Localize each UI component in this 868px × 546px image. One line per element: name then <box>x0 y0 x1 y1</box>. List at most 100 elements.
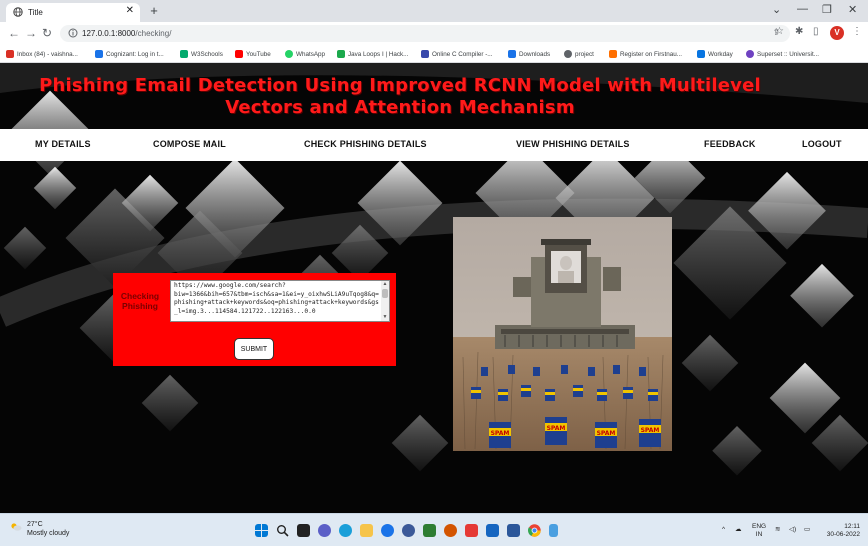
bookmark-workday[interactable]: Workday <box>697 50 733 58</box>
spam-can-label: SPAM <box>641 427 660 434</box>
sidepanel-icon[interactable]: ▯ <box>813 26 819 37</box>
windows-taskbar: 27°C Mostly cloudy ^ ☁ ENG IN ≋ ◁) ▭ 12:… <box>0 513 868 546</box>
back-arrow-icon[interactable]: ← <box>8 26 20 40</box>
bookmark-online-c[interactable]: Online C Compiler -... <box>421 50 493 58</box>
close-tab-icon[interactable]: ✕ <box>126 5 134 16</box>
bookmark-superset[interactable]: Superset :: Universit... <box>746 50 819 58</box>
reload-icon[interactable]: ↻ <box>42 26 52 40</box>
bookmark-project[interactable]: project <box>564 50 594 58</box>
task-view-icon[interactable] <box>297 524 310 537</box>
file-explorer-icon[interactable] <box>360 524 373 537</box>
extensions-icon[interactable]: ✱ <box>795 26 803 37</box>
w3schools-icon <box>180 50 188 58</box>
phishing-check-form: Checking Phishing https://www.google.com… <box>113 273 396 366</box>
browser-tab[interactable]: Title ✕ <box>6 3 140 22</box>
profile-avatar[interactable]: V <box>830 26 844 40</box>
star-app-icon[interactable] <box>465 524 478 537</box>
menu-dots-icon[interactable]: ⋮ <box>852 26 862 37</box>
tab-title: Title <box>28 8 43 17</box>
superset-icon <box>746 50 754 58</box>
url-path: /checking/ <box>135 29 172 38</box>
office-icon[interactable] <box>444 524 457 537</box>
notepad-icon[interactable] <box>549 524 558 537</box>
lang-top: ENG <box>752 523 767 530</box>
bookmark-cognizant[interactable]: Cognizant: Log in t... <box>95 50 164 58</box>
page-content: Phishing Email Detection Using Improved … <box>0 63 868 513</box>
bookmarks-bar: Inbox (84) - vaishna... Cognizant: Log i… <box>0 45 868 63</box>
edge-icon[interactable] <box>339 524 352 537</box>
bookmark-label: Downloads <box>519 50 551 58</box>
checking-phishing-label: Checking Phishing <box>120 291 160 311</box>
chevron-up-icon[interactable]: ^ <box>722 526 725 534</box>
wifi-icon[interactable]: ≋ <box>775 526 780 534</box>
scroll-up-icon[interactable]: ▲ <box>381 281 389 288</box>
nav-logout[interactable]: LOGOUT <box>802 139 842 149</box>
cloud-icon[interactable]: ☁ <box>735 526 742 534</box>
bookmark-label: Workday <box>708 50 733 58</box>
volume-icon[interactable]: ◁) <box>789 526 796 534</box>
url-input[interactable]: https://www.google.com/search?biw=1366&b… <box>170 280 390 322</box>
bookmark-whatsapp[interactable]: WhatsApp <box>285 50 325 58</box>
bookmark-label: Java Loops I | Hack... <box>348 50 409 58</box>
cloud-sun-icon <box>11 523 22 531</box>
nav-check-phishing-details[interactable]: CHECK PHISHING DETAILS <box>304 139 427 149</box>
textarea-scrollbar[interactable]: ▲ ▼ <box>381 281 389 321</box>
sheets-icon[interactable] <box>423 524 436 537</box>
firstnaukri-icon <box>609 50 617 58</box>
bookmark-youtube[interactable]: YouTube <box>235 50 271 58</box>
bookmark-inbox[interactable]: Inbox (84) - vaishna... <box>6 50 78 58</box>
gmail-icon <box>6 50 14 58</box>
bookmark-label: Register on Firstnau... <box>620 50 682 58</box>
whatsapp-icon <box>285 50 293 58</box>
globe-icon <box>564 50 572 58</box>
nav-my-details[interactable]: MY DETAILS <box>35 139 91 149</box>
weather-text: Mostly cloudy <box>27 530 70 537</box>
bookmark-firstnaukri[interactable]: Register on Firstnau... <box>609 50 682 58</box>
nav-compose-mail[interactable]: COMPOSE MAIL <box>153 139 226 149</box>
spam-can-label: SPAM <box>547 425 566 432</box>
bookmark-downloads[interactable]: Downloads <box>508 50 550 58</box>
site-info-icon[interactable] <box>68 28 78 38</box>
address-url: 127.0.0.1:8000/checking/ <box>82 29 171 38</box>
youtube-icon <box>235 50 243 58</box>
word-icon[interactable] <box>507 524 520 537</box>
app-badge-icon[interactable] <box>402 524 415 537</box>
search-icon[interactable] <box>276 524 289 537</box>
bookmark-label: project <box>575 50 594 58</box>
teams-chat-icon[interactable] <box>318 524 331 537</box>
battery-icon[interactable]: ▭ <box>804 526 810 534</box>
language-indicator[interactable]: ENG IN <box>752 523 766 539</box>
new-tab-button[interactable]: + <box>146 4 162 18</box>
bookmark-java-loops[interactable]: Java Loops I | Hack... <box>337 50 408 58</box>
lang-bottom: IN <box>755 531 763 538</box>
close-window-button[interactable]: ✕ <box>848 3 857 16</box>
compiler-icon <box>421 50 429 58</box>
windows-start-icon[interactable] <box>255 524 268 537</box>
bookmark-label: W3Schools <box>191 50 223 58</box>
bookmark-w3schools[interactable]: W3Schools <box>180 50 223 58</box>
submit-button[interactable]: SUBMIT <box>234 338 274 360</box>
clock-date: 30-06-2022 <box>826 531 860 538</box>
address-bar[interactable]: 127.0.0.1:8000/checking/ ⇪ <box>60 25 790 42</box>
scroll-down-icon[interactable]: ▼ <box>381 314 389 321</box>
url-host: 127.0.0.1:8000 <box>82 29 136 38</box>
bookmark-label: WhatsApp <box>296 50 326 58</box>
scroll-thumb[interactable] <box>382 289 388 298</box>
nav-feedback[interactable]: FEEDBACK <box>704 139 756 149</box>
main-nav: MY DETAILS COMPOSE MAIL CHECK PHISHING D… <box>0 129 868 161</box>
minimize-button[interactable]: — <box>797 3 808 15</box>
nav-view-phishing-details[interactable]: VIEW PHISHING DETAILS <box>516 139 630 149</box>
chrome-icon[interactable] <box>528 524 541 537</box>
maximize-button[interactable]: ❐ <box>822 3 832 16</box>
bookmark-star-icon[interactable]: ☆ <box>775 26 784 37</box>
forward-arrow-icon[interactable]: → <box>25 26 37 40</box>
outlook-icon[interactable] <box>486 524 499 537</box>
spam-harvester-image: SPAM SPAM SPAM SPAM <box>453 217 672 451</box>
page-title: Phishing Email Detection Using Improved … <box>39 75 761 118</box>
clock-time: 12:11 <box>844 523 860 530</box>
clock[interactable]: 12:11 30-06-2022 <box>818 523 860 539</box>
tab-search-icon[interactable]: ⌄ <box>772 3 781 16</box>
browser-tab-strip: Title ✕ + ⌄ — ❐ ✕ <box>0 0 868 22</box>
spam-can-label: SPAM <box>597 430 616 437</box>
zoom-icon[interactable] <box>381 524 394 537</box>
